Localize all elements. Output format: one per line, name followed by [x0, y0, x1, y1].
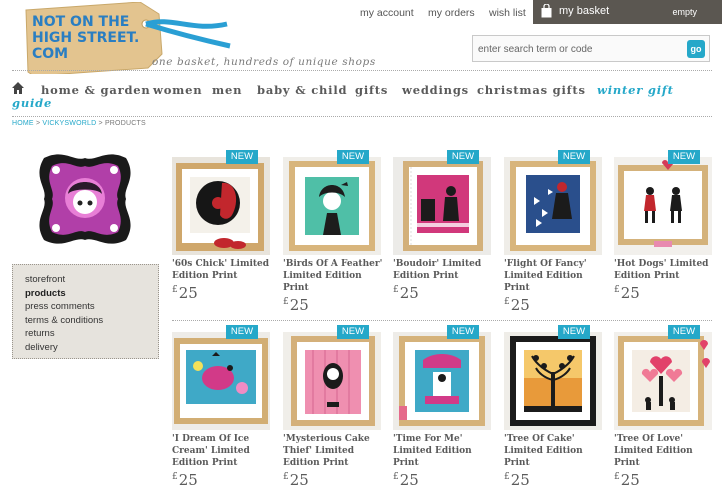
product-title[interactable]: 'I Dream Of Ice Cream' Limited Edition P…	[172, 433, 272, 469]
product-price: £25	[283, 471, 309, 489]
product-image[interactable]	[393, 332, 491, 430]
new-badge: NEW	[668, 150, 700, 164]
product-image[interactable]	[504, 157, 602, 255]
logo-line-2: HIGH STREET.	[32, 30, 139, 46]
shop-logo-image[interactable]	[34, 148, 136, 250]
new-badge: NEW	[337, 150, 369, 164]
product-title[interactable]: 'Tree Of Cake' Limited Edition Print	[504, 433, 604, 469]
nav-winter-gift-guide-line2[interactable]: guide	[12, 96, 52, 110]
new-badge: NEW	[226, 150, 258, 164]
product-image[interactable]	[393, 157, 491, 255]
tagline: one basket, hundreds of unique shops	[152, 56, 376, 68]
breadcrumb-shop[interactable]: VICKYSWORLD	[42, 120, 96, 127]
nav-weddings[interactable]: weddings	[402, 83, 469, 97]
product-price: £25	[393, 284, 419, 302]
basket-status: empty	[672, 7, 697, 17]
search-box: go	[472, 35, 710, 62]
product-title[interactable]: 'Birds Of A Feather' Limited Edition Pri…	[283, 258, 383, 294]
product-image[interactable]	[614, 157, 712, 255]
product-price: £25	[614, 471, 640, 489]
product-image[interactable]	[283, 157, 381, 255]
product-price: £25	[172, 284, 198, 302]
sidebar-item-delivery[interactable]: delivery	[25, 341, 158, 355]
product-price: £25	[172, 471, 198, 489]
nav-winter-gift-guide[interactable]: winter gift	[597, 83, 674, 97]
new-badge: NEW	[226, 325, 258, 339]
new-badge: NEW	[558, 325, 590, 339]
product-price: £25	[393, 471, 419, 489]
breadcrumb-home[interactable]: HOME	[12, 120, 34, 127]
search-go-button[interactable]: go	[687, 40, 705, 58]
new-badge: NEW	[337, 325, 369, 339]
product-title[interactable]: '60s Chick' Limited Edition Print	[172, 258, 272, 282]
nav-home-garden[interactable]: home & garden	[41, 83, 151, 97]
wish-list-link[interactable]: wish list	[489, 7, 526, 19]
new-badge: NEW	[447, 325, 479, 339]
product-title[interactable]: 'Mysterious Cake Thief' Limited Edition …	[283, 433, 383, 469]
product-price: £25	[504, 471, 530, 489]
breadcrumb-current: PRODUCTS	[104, 120, 146, 127]
new-badge: NEW	[668, 325, 700, 339]
search-input[interactable]	[478, 41, 678, 57]
main-nav: home & garden women men baby & child gif…	[0, 81, 722, 111]
product-title[interactable]: 'Flight Of Fancy' Limited Edition Print	[504, 258, 604, 294]
header-divider	[12, 70, 712, 71]
nav-men[interactable]: men	[212, 83, 242, 97]
product-image[interactable]	[614, 332, 712, 430]
nav-baby-child[interactable]: baby & child	[257, 83, 347, 97]
shop-sidebar-menu: storefront products press comments terms…	[12, 264, 159, 359]
product-image[interactable]	[504, 332, 602, 430]
sidebar-item-returns[interactable]: returns	[25, 327, 158, 341]
basket-bar[interactable]: my basket empty	[533, 0, 722, 24]
product-title[interactable]: 'Hot Dogs' Limited Edition Print	[614, 258, 714, 282]
logo-line-1: NOT ON THE	[32, 14, 129, 30]
product-image[interactable]	[172, 157, 270, 255]
sidebar-item-products[interactable]: products	[25, 287, 158, 301]
breadcrumb: HOME > VICKYSWORLD > PRODUCTS	[12, 120, 146, 127]
product-image[interactable]	[172, 332, 270, 430]
product-title[interactable]: 'Tree Of Love' Limited Edition Print	[614, 433, 714, 469]
product-title[interactable]: 'Time For Me' Limited Edition Print	[393, 433, 493, 469]
home-icon[interactable]	[12, 82, 24, 94]
product-title[interactable]: 'Boudoir' Limited Edition Print	[393, 258, 493, 282]
product-price: £25	[504, 296, 530, 314]
logo-line-3: COM	[32, 46, 68, 62]
sidebar-item-storefront[interactable]: storefront	[25, 273, 158, 287]
product-image[interactable]	[283, 332, 381, 430]
sidebar-item-press-comments[interactable]: press comments	[25, 300, 158, 314]
nav-women[interactable]: women	[153, 83, 202, 97]
shopping-bag-icon	[541, 4, 552, 18]
basket-label: my basket	[559, 5, 610, 17]
product-price: £25	[614, 284, 640, 302]
nav-christmas-gifts[interactable]: christmas gifts	[477, 83, 586, 97]
sidebar-item-terms-conditions[interactable]: terms & conditions	[25, 314, 158, 328]
nav-divider	[12, 116, 712, 117]
row-divider	[172, 320, 712, 321]
nav-gifts[interactable]: gifts	[355, 83, 388, 97]
product-price: £25	[283, 296, 309, 314]
my-orders-link[interactable]: my orders	[428, 7, 475, 19]
my-account-link[interactable]: my account	[360, 7, 414, 19]
new-badge: NEW	[447, 150, 479, 164]
new-badge: NEW	[558, 150, 590, 164]
